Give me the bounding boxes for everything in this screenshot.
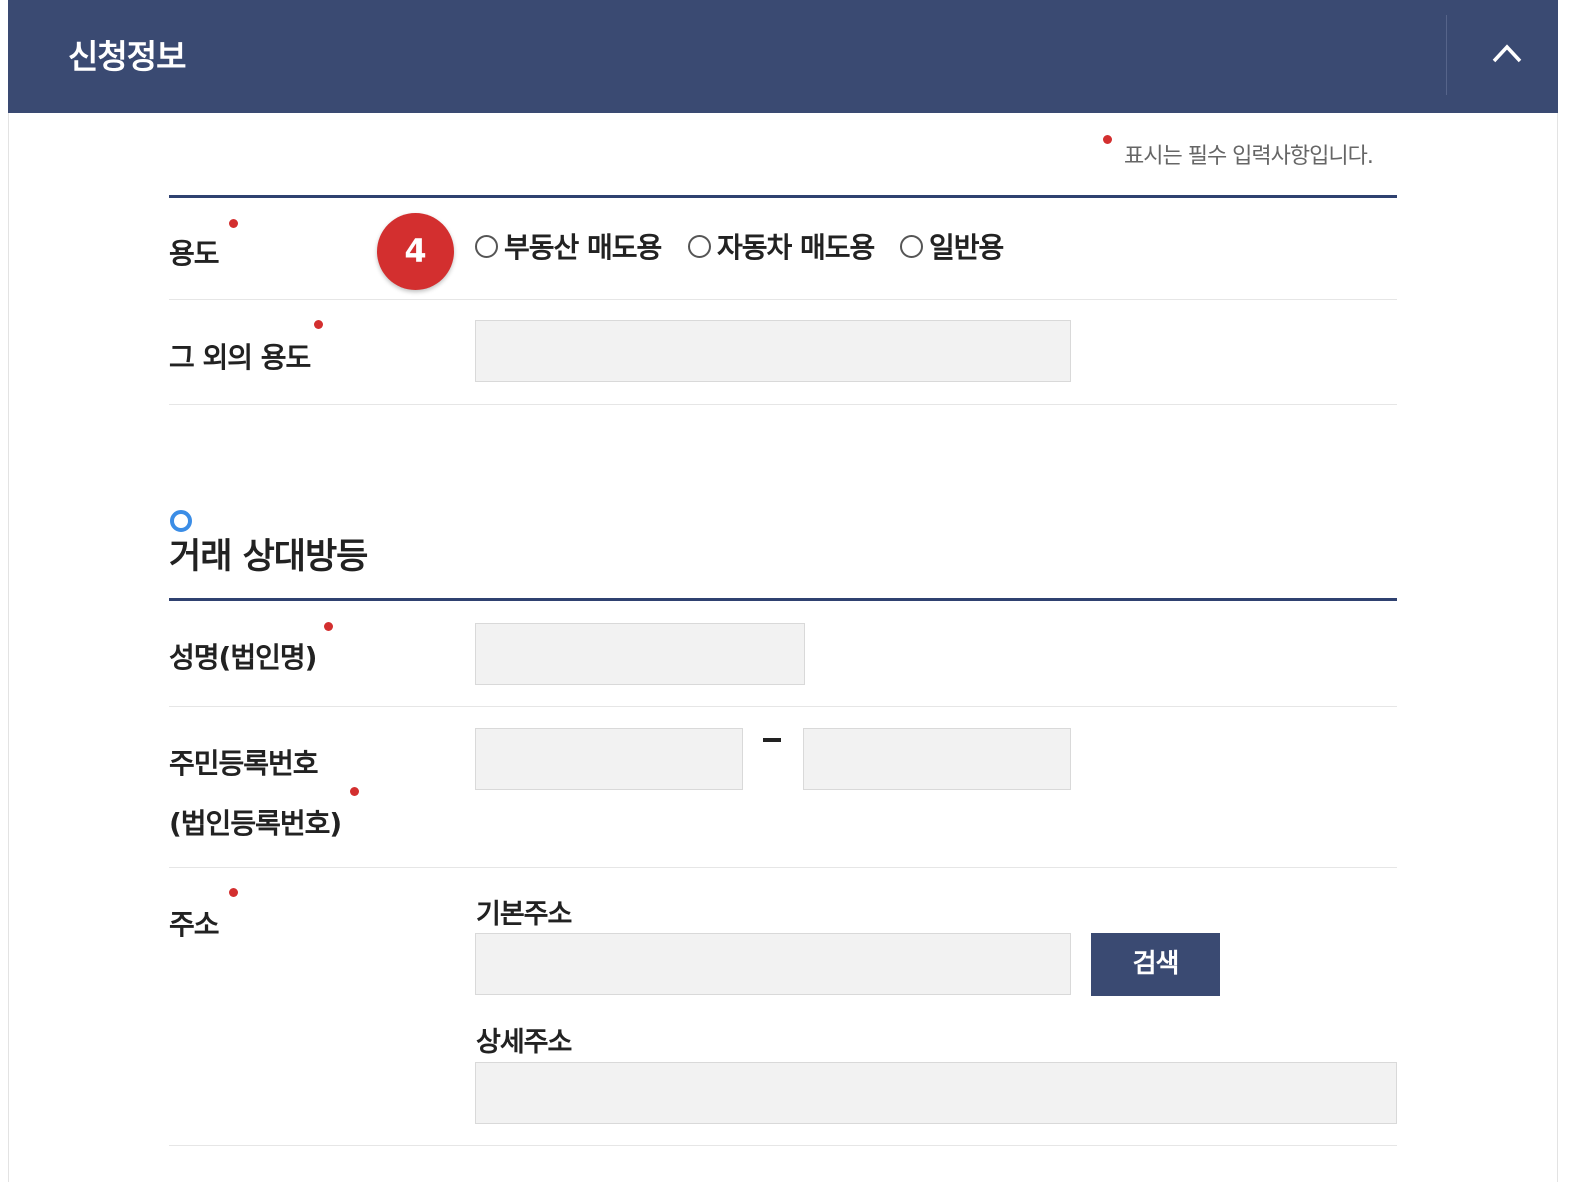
other-usage-input[interactable] — [475, 320, 1071, 382]
required-dot — [1103, 135, 1112, 144]
resident-number-part2[interactable] — [803, 728, 1071, 790]
radio-general[interactable]: 일반용 — [900, 226, 1004, 266]
required-dot — [314, 320, 323, 329]
detail-address-input[interactable] — [475, 1062, 1397, 1124]
chevron-up-icon — [1492, 44, 1522, 63]
corporate-number-label: (법인등록번호) — [169, 807, 342, 840]
row-divider — [169, 404, 1397, 405]
radio-vehicle[interactable]: 자동차 매도용 — [688, 226, 875, 266]
step-badge: 4 — [377, 213, 454, 290]
row-divider — [169, 867, 1397, 868]
required-dot — [229, 219, 238, 228]
resident-number-part1[interactable] — [475, 728, 743, 790]
name-input[interactable] — [475, 623, 805, 685]
radio-circle[interactable] — [900, 234, 923, 258]
row-divider — [169, 1145, 1397, 1146]
detail-address-label: 상세주소 — [476, 1027, 572, 1058]
basic-address-label: 기본주소 — [476, 899, 572, 930]
number-separator — [763, 738, 781, 742]
name-label: 성명(법인명) — [169, 641, 317, 674]
table-top-divider — [169, 598, 1397, 601]
usage-label: 용도 — [169, 237, 220, 270]
address-label: 주소 — [169, 908, 220, 941]
required-notice: 표시는 필수 입력사항입니다. — [1124, 144, 1374, 169]
radio-label: 자동차 매도용 — [717, 231, 875, 264]
required-dot — [350, 787, 359, 796]
radio-label: 부동산 매도용 — [504, 231, 662, 264]
form-panel — [8, 0, 1558, 1182]
radio-real-estate[interactable]: 부동산 매도용 — [475, 226, 662, 266]
resident-number-label: 주민등록번호 — [169, 747, 319, 780]
row-divider — [169, 299, 1397, 300]
address-search-button[interactable]: 검색 — [1091, 933, 1220, 996]
radio-circle[interactable] — [475, 234, 498, 258]
section-title: 신청정보 — [68, 37, 186, 76]
table-top-divider — [169, 195, 1397, 198]
counterparty-section-title: 거래 상대방등 — [169, 537, 368, 577]
header-divider — [1446, 15, 1447, 95]
required-dot — [324, 622, 333, 631]
radio-label: 일반용 — [929, 231, 1004, 264]
section-header: 신청정보 — [8, 0, 1558, 113]
row-divider — [169, 706, 1397, 707]
required-dot — [229, 888, 238, 897]
basic-address-input[interactable] — [475, 933, 1071, 995]
collapse-button[interactable] — [1456, 0, 1558, 113]
radio-circle[interactable] — [688, 234, 711, 258]
other-usage-label: 그 외의 용도 — [169, 341, 311, 374]
